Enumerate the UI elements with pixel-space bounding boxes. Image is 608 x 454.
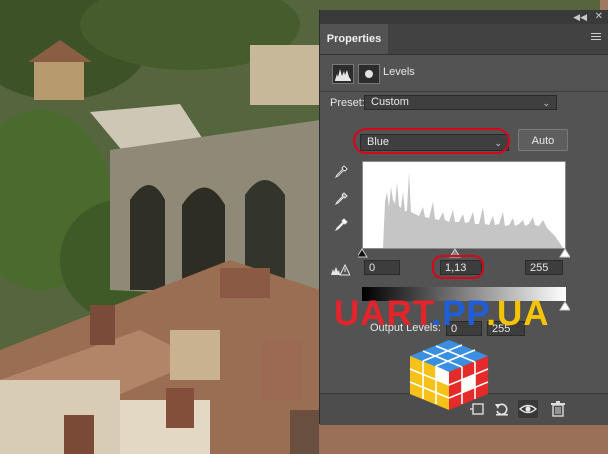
gamma-highlight-ring: [432, 255, 484, 279]
histogram-graph: [383, 172, 563, 248]
panel-title-bar: ◀◀ ✕: [320, 10, 608, 24]
output-white-field[interactable]: 255: [487, 321, 525, 336]
close-panel-icon[interactable]: ✕: [595, 11, 603, 22]
auto-button[interactable]: Auto: [518, 129, 568, 151]
channel-highlight-ring: [353, 128, 510, 154]
levels-adjustment-icon[interactable]: [332, 64, 354, 84]
layer-mask-icon[interactable]: [358, 64, 380, 84]
preset-value: Custom: [371, 96, 409, 108]
input-black-slider-handle: [358, 248, 368, 258]
adjustment-header: Levels: [320, 55, 608, 92]
delete-icon[interactable]: [548, 400, 568, 418]
levels-histogram: [362, 161, 566, 249]
output-levels-slider[interactable]: [358, 301, 570, 311]
collapse-panel-icon[interactable]: ◀◀: [573, 12, 587, 22]
output-black-field[interactable]: 0: [446, 321, 482, 336]
visibility-eye-icon[interactable]: [518, 400, 538, 418]
input-white-slider-handle: [559, 248, 570, 258]
gray-point-eyedropper-icon[interactable]: [333, 191, 349, 207]
preset-label: Preset:: [330, 97, 365, 109]
white-point-eyedropper-icon[interactable]: [333, 217, 349, 233]
panel-menu-icon[interactable]: [591, 33, 601, 42]
panel-tab-row: Properties: [320, 24, 608, 55]
reset-icon[interactable]: [492, 400, 512, 418]
tab-properties[interactable]: Properties: [320, 24, 388, 54]
output-white-slider-handle: [559, 301, 570, 311]
output-levels-label: Output Levels:: [370, 322, 441, 334]
black-point-eyedropper-icon[interactable]: [333, 164, 349, 180]
clipping-warning-icon[interactable]: [330, 264, 350, 276]
input-black-field[interactable]: 0: [364, 260, 400, 275]
preset-dropdown[interactable]: Custom ⌄: [364, 95, 557, 110]
rubiks-cube-logo-icon: [409, 340, 489, 410]
adjustment-title: Levels: [383, 66, 415, 78]
output-gradient-bar: [362, 287, 566, 301]
input-white-field[interactable]: 255: [525, 260, 563, 275]
chevron-down-icon: ⌄: [542, 98, 550, 108]
